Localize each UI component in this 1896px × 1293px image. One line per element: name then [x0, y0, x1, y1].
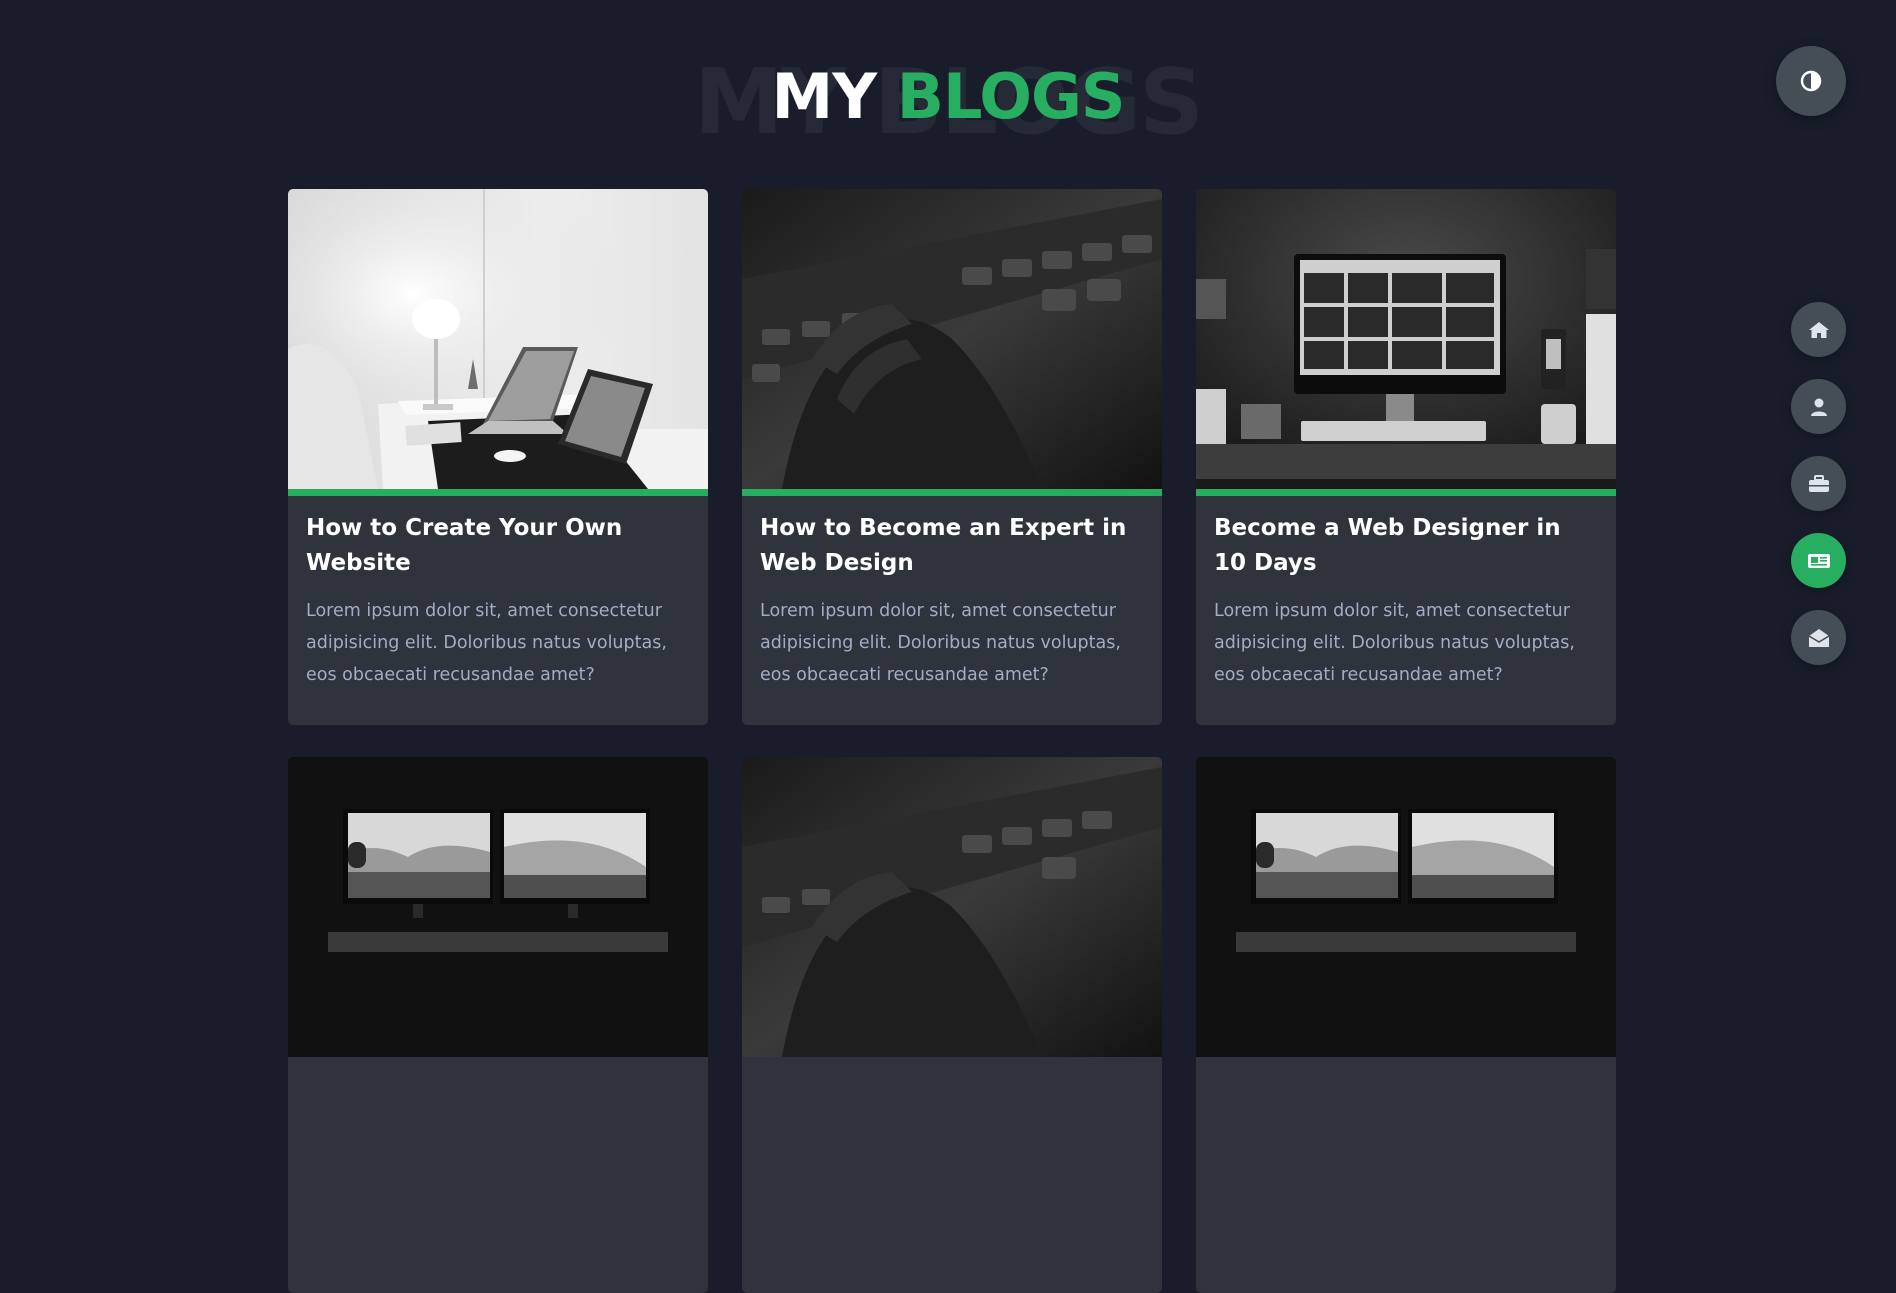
- nav-contact-button[interactable]: [1791, 610, 1846, 665]
- blog-card[interactable]: How to Become an Expert in Web Design Lo…: [742, 189, 1162, 725]
- nav-home-button[interactable]: [1791, 302, 1846, 357]
- blog-card[interactable]: How to Create Your Own Website Lorem ips…: [288, 189, 708, 725]
- side-navigation: [1791, 302, 1846, 687]
- theme-toggle-button[interactable]: [1776, 46, 1846, 116]
- user-icon: [1810, 398, 1827, 416]
- contrast-icon: [1800, 70, 1822, 92]
- page-header: MY BLOGS MY BLOGS: [0, 40, 1896, 155]
- blog-image: [1196, 757, 1616, 1057]
- home-icon: [1808, 321, 1829, 338]
- card-accent-bar: [1196, 489, 1616, 496]
- blog-excerpt: Lorem ipsum dolor sit, amet consectetur …: [306, 601, 667, 685]
- nav-about-button[interactable]: [1791, 379, 1846, 434]
- blog-card[interactable]: [742, 757, 1162, 1293]
- nav-blogs-button[interactable]: [1791, 533, 1846, 588]
- briefcase-icon: [1808, 474, 1829, 492]
- blog-title[interactable]: How to Create Your Own Website: [306, 511, 686, 581]
- blog-image: [288, 189, 708, 489]
- blog-excerpt: Lorem ipsum dolor sit, amet consectetur …: [760, 601, 1121, 685]
- blog-card[interactable]: [1196, 757, 1616, 1293]
- blog-image: [288, 757, 708, 1057]
- page-title-green: BLOGS: [896, 60, 1126, 133]
- page-title: MY BLOGS: [0, 60, 1896, 133]
- page-title-white: MY: [771, 60, 878, 133]
- blog-image: [742, 757, 1162, 1057]
- blog-excerpt: Lorem ipsum dolor sit, amet consectetur …: [1214, 601, 1575, 685]
- envelope-open-icon: [1808, 628, 1829, 647]
- blog-title[interactable]: How to Become an Expert in Web Design: [760, 511, 1140, 581]
- blog-card[interactable]: Become a Web Designer in 10 Days Lorem i…: [1196, 189, 1616, 725]
- blog-card[interactable]: [288, 757, 708, 1293]
- card-accent-bar: [288, 489, 708, 496]
- blog-image: [1196, 189, 1616, 489]
- newspaper-icon: [1807, 553, 1830, 568]
- nav-portfolio-button[interactable]: [1791, 456, 1846, 511]
- blog-title[interactable]: Become a Web Designer in 10 Days: [1214, 511, 1594, 581]
- blog-image: [742, 189, 1162, 489]
- card-accent-bar: [742, 489, 1162, 496]
